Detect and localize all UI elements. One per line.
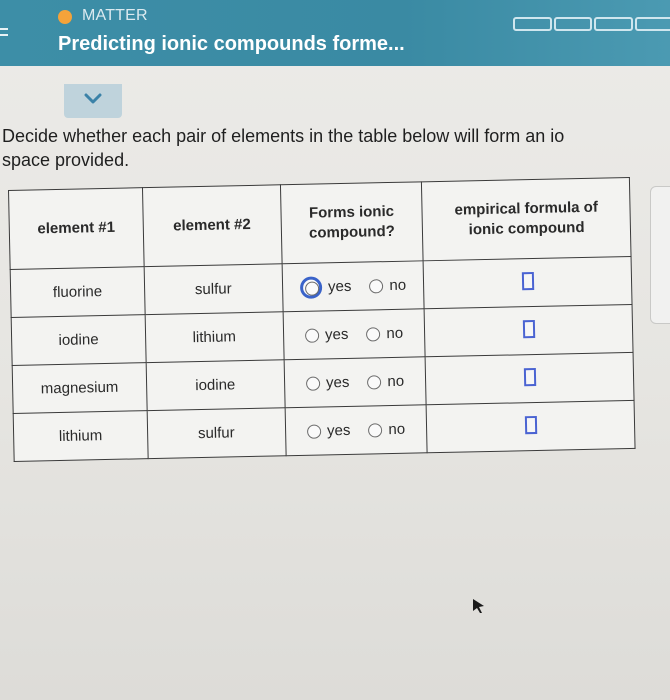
yes-radio[interactable]: yes (299, 275, 352, 299)
radio-circle-icon[interactable] (369, 278, 384, 293)
radio-circle-icon[interactable] (299, 275, 323, 299)
no-radio[interactable]: no (366, 325, 403, 343)
instructions-line-1: Decide whether each pair of elements in … (2, 126, 565, 146)
lesson-title: Predicting ionic compounds forme... (58, 33, 405, 55)
element-1-cell: iodine (11, 314, 146, 366)
element-2-cell: sulfur (146, 407, 286, 459)
collapse-button[interactable] (64, 84, 122, 118)
yes-radio-label: yes (326, 421, 351, 440)
element-1-cell: fluorine (10, 266, 145, 318)
formula-input[interactable] (524, 415, 537, 434)
yes-radio-label: yes (325, 373, 350, 392)
topic-dot-icon (58, 10, 72, 24)
forms-ionic-cell: yes no (281, 260, 425, 312)
element-1-cell: magnesium (12, 362, 147, 414)
topic-label: MATTER (82, 7, 148, 24)
radio-circle-icon[interactable] (304, 328, 320, 343)
column-header-formula: empirical formula of ionic compound (421, 177, 632, 261)
yes-radio[interactable]: yes (305, 373, 350, 392)
formula-input[interactable] (522, 319, 535, 338)
yes-radio[interactable]: yes (306, 421, 351, 440)
no-radio-label: no (387, 372, 405, 391)
no-radio-label: no (386, 324, 404, 343)
progress-segment (513, 17, 552, 31)
mouse-cursor-icon (473, 599, 484, 613)
question-table: element #1 element #2 Forms ionic compou… (8, 176, 636, 462)
forms-ionic-cell: yes no (283, 356, 427, 408)
yes-radio[interactable]: yes (304, 325, 349, 344)
formula-cell (423, 256, 633, 309)
progress-segment (594, 17, 633, 31)
element-2-cell: sulfur (143, 263, 283, 315)
radio-circle-icon[interactable] (366, 326, 381, 342)
chevron-down-icon (84, 93, 102, 104)
column-header-element-2: element #2 (142, 184, 282, 267)
forms-ionic-cell: yes no (282, 308, 426, 360)
column-header-forms-ionic-line-2: compound? (308, 222, 396, 242)
formula-cell (426, 400, 636, 453)
element-2-cell: lithium (144, 311, 284, 363)
forms-ionic-radio-group: yes no (285, 372, 424, 392)
yes-radio-label: yes (327, 277, 352, 296)
formula-input[interactable] (523, 367, 536, 386)
side-panel-tab[interactable] (650, 186, 670, 324)
radio-circle-icon[interactable] (367, 374, 382, 390)
formula-cell (425, 352, 635, 405)
instructions-text: Decide whether each pair of elements in … (2, 124, 670, 172)
table-header-row: element #1 element #2 Forms ionic compou… (8, 177, 632, 270)
element-2-cell: iodine (145, 359, 285, 411)
radio-circle-icon[interactable] (306, 423, 322, 439)
question-table-wrapper: element #1 element #2 Forms ionic compou… (8, 176, 636, 462)
progress-segment (634, 17, 670, 31)
forms-ionic-radio-group: yes no (284, 324, 423, 344)
element-1-cell: lithium (13, 410, 148, 462)
screen: MATTER Predicting ionic compounds forme.… (0, 0, 670, 700)
column-header-element-1: element #1 (8, 187, 144, 270)
instructions-line-2: space provided. (2, 150, 130, 170)
forms-ionic-radio-group: yes no (286, 420, 425, 440)
yes-radio-label: yes (324, 325, 349, 344)
lesson-header: MATTER Predicting ionic compounds forme.… (0, 0, 670, 66)
column-header-formula-line-1: empirical formula of (454, 198, 599, 219)
forms-ionic-radio-group: yes no (283, 274, 422, 299)
no-radio-label: no (389, 276, 407, 295)
formula-cell (424, 304, 634, 357)
no-radio-label: no (388, 420, 406, 439)
radio-circle-icon[interactable] (305, 376, 321, 391)
progress-indicator (513, 17, 670, 31)
formula-input[interactable] (521, 271, 534, 290)
no-radio[interactable]: no (368, 421, 405, 439)
progress-segment (553, 17, 592, 31)
forms-ionic-cell: yes no (284, 404, 428, 456)
no-radio[interactable]: no (369, 277, 406, 295)
column-header-forms-ionic: Forms ionic compound? (279, 181, 424, 264)
menu-icon[interactable] (0, 28, 8, 42)
radio-circle-icon[interactable] (368, 422, 383, 438)
no-radio[interactable]: no (367, 373, 404, 391)
